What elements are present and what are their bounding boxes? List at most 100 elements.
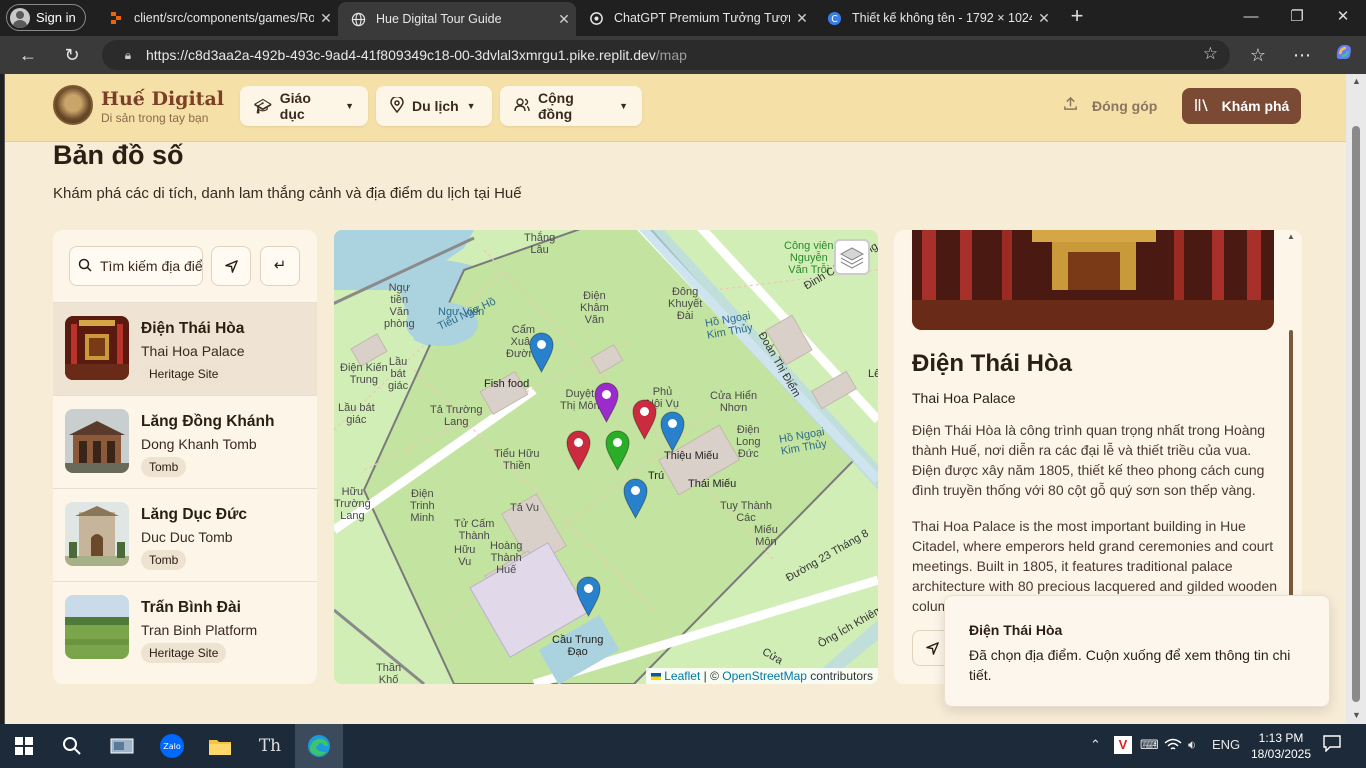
map-marker-pin-icon[interactable] xyxy=(605,430,630,472)
layers-control-button[interactable] xyxy=(834,239,870,275)
map-marker-pin-icon[interactable] xyxy=(566,430,591,472)
volume-icon[interactable]: 🔉︎ xyxy=(1188,737,1196,753)
map-marker-pin-icon[interactable] xyxy=(632,399,657,441)
place-list-panel: Tìm kiếm địa điểm... ↵ Điện Thái Hòa Tha… xyxy=(53,230,317,684)
restore-icon[interactable]: ❐ xyxy=(1274,0,1320,34)
close-tab-icon[interactable]: ✕ xyxy=(552,11,576,28)
map-marker-pin-icon[interactable] xyxy=(576,576,601,618)
enter-arrow-icon: ↵ xyxy=(273,257,287,274)
hue-digital-logo[interactable] xyxy=(53,85,93,125)
scroll-up-arrow-icon[interactable]: ▲ xyxy=(1287,232,1295,241)
tab-replit[interactable]: client/src/components/games/Ro ✕ xyxy=(96,2,338,34)
scrollbar-thumb[interactable] xyxy=(1352,126,1360,702)
input-language[interactable]: ENG xyxy=(1212,737,1240,752)
leaflet-link[interactable]: Leaflet xyxy=(664,669,700,683)
map-label: Trú xyxy=(648,470,665,482)
upload-icon xyxy=(1063,96,1078,115)
more-menu-icon[interactable]: ⋯ xyxy=(1288,42,1316,68)
return-button[interactable]: ↵ xyxy=(260,246,300,286)
edge-icon[interactable] xyxy=(295,724,343,768)
brand-tagline: Di sản trong tay bạn xyxy=(101,111,209,125)
back-icon[interactable]: ← xyxy=(14,42,42,68)
list-item[interactable]: Điện Thái Hòa Thai Hoa Palace Heritage S… xyxy=(53,302,317,395)
map-label: Miếu Môn xyxy=(754,524,778,548)
copilot-icon[interactable] xyxy=(1330,42,1358,68)
menu-label: Du lịch xyxy=(412,98,459,114)
locate-me-button[interactable] xyxy=(211,246,251,286)
map-label: Điện Trinh Minh xyxy=(410,488,435,524)
system-clock[interactable]: 1:13 PM 18/03/2025 xyxy=(1245,730,1317,762)
page-scrollbar[interactable]: ▲ ▼ xyxy=(1346,74,1366,724)
url-bar[interactable]: 🔒︎ https://c8d3aa2a-492b-493c-9ad4-41f80… xyxy=(102,40,1230,70)
explore-button[interactable]: Khám phá xyxy=(1182,88,1301,124)
map-label: Hữu Trường Lang xyxy=(334,486,371,522)
place-hero-image xyxy=(912,230,1274,330)
map-marker-pin-icon[interactable] xyxy=(529,332,554,374)
windows-start-icon[interactable] xyxy=(0,724,48,768)
site-info-icon[interactable]: 🔒︎ xyxy=(110,48,146,63)
map-label: Điện Long Đức xyxy=(736,424,761,460)
profile-icon xyxy=(10,7,30,28)
interactive-map[interactable]: Thắng Lâu Công viên Nguyễn Văn Trỗi Ngự ti… xyxy=(334,230,878,684)
attribution-tail: contributors xyxy=(806,669,873,683)
place-english-name: Duc Duc Tomb xyxy=(141,529,233,545)
tab-title: client/src/components/games/Ro xyxy=(134,11,314,25)
place-name: Lăng Dục Đức xyxy=(141,506,247,523)
osm-link[interactable]: OpenStreetMap xyxy=(722,669,807,683)
close-tab-icon[interactable]: ✕ xyxy=(1032,10,1056,27)
favorites-icon[interactable]: ☆ xyxy=(1244,42,1272,68)
tab-hue-digital[interactable]: Hue Digital Tour Guide ✕ xyxy=(338,2,576,36)
close-window-icon[interactable]: ✕ xyxy=(1320,0,1366,34)
font-app-icon[interactable]: Th xyxy=(246,724,294,768)
toast-body: Đã chọn địa điểm. Cuộn xuống để xem thôn… xyxy=(969,647,1291,683)
menu-community-button[interactable]: Cộng đồng ▼ xyxy=(500,86,642,126)
menu-travel-button[interactable]: Du lịch ▼ xyxy=(376,86,492,126)
refresh-icon[interactable]: ↻ xyxy=(58,42,86,68)
list-item[interactable]: Lăng Dục Đức Duc Duc Tomb Tomb xyxy=(53,488,317,581)
toast-title: Điện Thái Hòa xyxy=(969,622,1063,638)
search-icon xyxy=(70,258,100,275)
zalo-icon[interactable]: Zalo xyxy=(148,724,196,768)
map-label: Lầu bát giác xyxy=(338,402,375,426)
search-input[interactable]: Tìm kiếm địa điểm... xyxy=(69,246,203,286)
tab-chatgpt[interactable]: ChatGPT Premium Tưởng Tượng ✕ xyxy=(576,2,814,34)
close-tab-icon[interactable]: ✕ xyxy=(314,10,338,27)
task-view-icon[interactable] xyxy=(98,724,146,768)
search-icon[interactable] xyxy=(48,724,96,768)
minimize-icon[interactable]: — xyxy=(1228,0,1274,34)
list-item[interactable]: Lăng Đồng Khánh Dong Khanh Tomb Tomb xyxy=(53,395,317,488)
brand-name[interactable]: Huế Digital xyxy=(101,88,224,110)
page-title: Bản đồ số xyxy=(53,140,184,170)
detail-title: Điện Thái Hòa xyxy=(912,350,1073,377)
wifi-icon[interactable] xyxy=(1164,737,1182,756)
scroll-down-arrow-icon[interactable]: ▼ xyxy=(1352,710,1361,720)
dong-khanh-thumbnail xyxy=(65,409,129,473)
sign-in-button[interactable]: Sign in xyxy=(6,4,86,31)
new-tab-icon[interactable]: + xyxy=(1064,4,1090,30)
scroll-up-arrow-icon[interactable]: ▲ xyxy=(1352,76,1361,86)
contribute-button[interactable]: Đóng góp xyxy=(1063,96,1157,115)
map-marker-pin-icon[interactable] xyxy=(623,478,648,520)
tab-canva[interactable]: C Thiết kế không tên - 1792 × 1024 ✕ xyxy=(814,2,1056,34)
browser-tab-bar: Sign in client/src/components/games/Ro ✕… xyxy=(0,0,1366,36)
layers-icon xyxy=(839,247,865,269)
vietnamese-ime-icon[interactable]: V xyxy=(1114,736,1132,754)
clock-date: 18/03/2025 xyxy=(1250,747,1312,761)
file-explorer-icon[interactable] xyxy=(196,724,244,768)
place-type-badge: Tomb xyxy=(141,550,187,570)
close-tab-icon[interactable]: ✕ xyxy=(790,10,814,27)
detail-scrollbar[interactable] xyxy=(1289,330,1293,630)
url-path: /map xyxy=(655,47,687,63)
show-hidden-icons-icon[interactable]: ⌃ xyxy=(1090,737,1101,753)
menu-education-button[interactable]: 🎓︎ Giáo dục ▼ xyxy=(240,86,368,126)
favorite-star-icon[interactable]: ☆ xyxy=(1203,44,1218,64)
map-marker-pin-icon[interactable] xyxy=(594,382,619,424)
map-label: Đông Khuyết Đài xyxy=(668,286,703,322)
notifications-icon[interactable] xyxy=(1322,734,1342,755)
map-marker-pin-icon[interactable] xyxy=(660,411,685,453)
site-header: Huế Digital Di sản trong tay bạn 🎓︎ Giáo… xyxy=(5,74,1346,142)
contribute-label: Đóng góp xyxy=(1092,97,1158,114)
map-label: Hoàng Thành Huế xyxy=(490,540,523,576)
ime-pad-icon[interactable]: ⌨ xyxy=(1140,737,1159,753)
list-item[interactable]: Trấn Bình Đài Tran Binh Platform Heritag… xyxy=(53,581,317,674)
